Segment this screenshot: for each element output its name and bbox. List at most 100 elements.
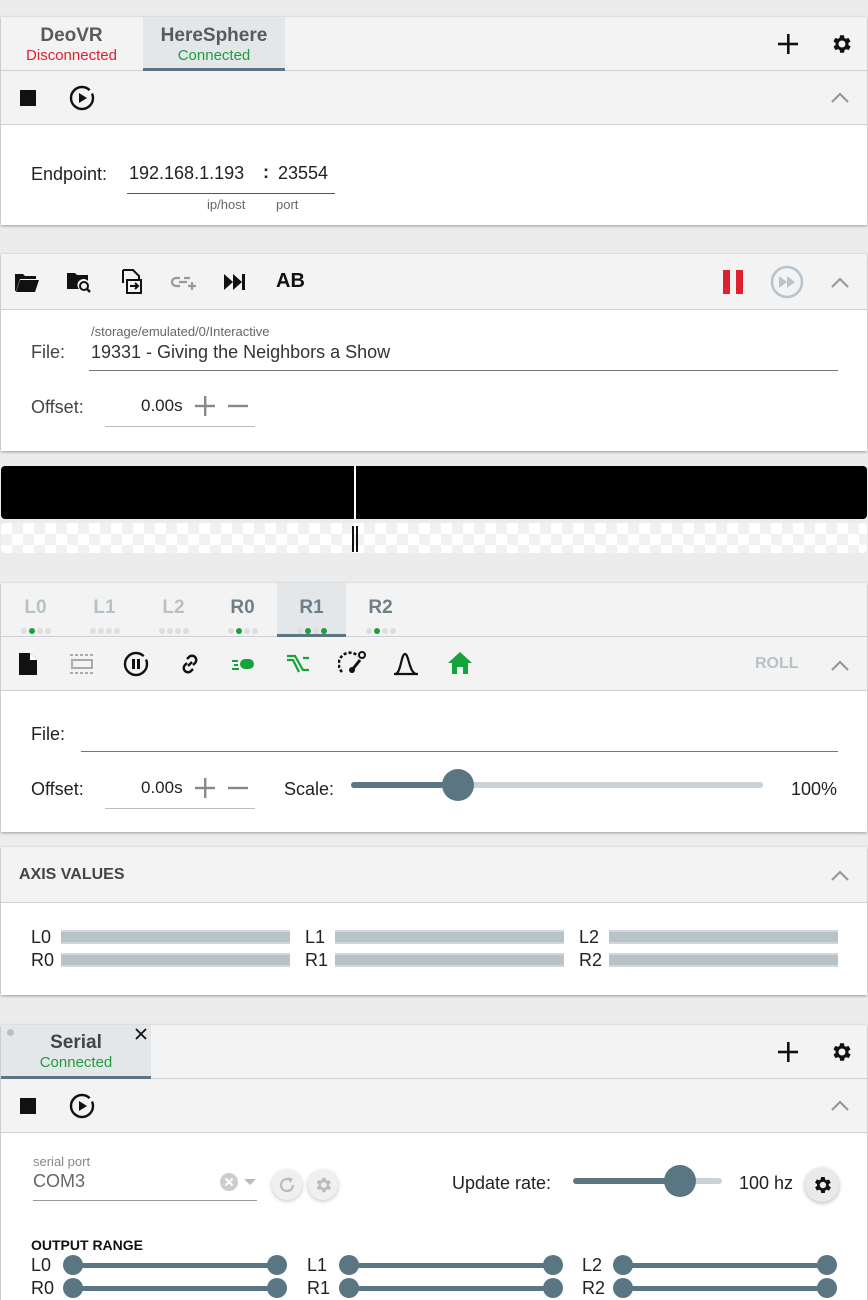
serial-stop-button[interactable] xyxy=(17,1095,39,1117)
axis-value-bar-l0 xyxy=(61,930,290,944)
media-offset-increase-button[interactable] xyxy=(193,394,217,418)
axis-value-label-r1: R1 xyxy=(305,950,329,970)
axis-tab-dot xyxy=(113,628,120,634)
output-range-track-r2 xyxy=(623,1286,827,1291)
media-toolbar: AB xyxy=(1,254,867,310)
media-offset-decrease-button[interactable] xyxy=(226,394,250,418)
auto-connect-button[interactable] xyxy=(67,83,97,113)
axis-smoothing-button[interactable] xyxy=(283,651,313,677)
axis-pause-button[interactable] xyxy=(121,649,151,679)
axis-curve-button[interactable] xyxy=(391,650,421,678)
output-range-min-knob-l1[interactable] xyxy=(339,1255,359,1275)
tab-deovr-status: Disconnected xyxy=(26,47,117,64)
axis-range-button[interactable] xyxy=(67,651,97,677)
update-rate-slider[interactable] xyxy=(573,1165,722,1197)
fast-forward-circle-icon xyxy=(770,265,804,299)
folder-open-icon xyxy=(15,274,39,292)
add-serial-device-button[interactable] xyxy=(775,1039,801,1065)
script-preview-strip[interactable] xyxy=(1,523,867,553)
ab-loop-button[interactable]: AB xyxy=(276,270,305,293)
open-file-button[interactable] xyxy=(13,268,41,296)
clear-port-button[interactable] xyxy=(219,1172,239,1192)
browse-folder-button[interactable] xyxy=(65,268,93,296)
axis-tab-dot xyxy=(97,628,104,634)
output-range-max-knob-r2[interactable] xyxy=(817,1278,837,1298)
axis-offset-decrease-button[interactable] xyxy=(226,776,250,800)
serial-auto-connect-button[interactable] xyxy=(67,1091,97,1121)
axis-offset-increase-button[interactable] xyxy=(193,776,217,800)
output-range-max-knob-l2[interactable] xyxy=(817,1255,837,1275)
axis-tab-r2[interactable]: R2 xyxy=(346,583,415,637)
output-range-min-knob-l2[interactable] xyxy=(613,1255,633,1275)
stop-button[interactable] xyxy=(17,87,39,109)
axis-value-bar-l1 xyxy=(335,930,564,944)
endpoint-underline xyxy=(127,193,335,194)
output-range-min-knob-r2[interactable] xyxy=(613,1278,633,1298)
axis-tab-l2[interactable]: L2 xyxy=(139,583,208,637)
axis-motion-button[interactable] xyxy=(229,651,259,677)
output-range-max-knob-r0[interactable] xyxy=(267,1278,287,1298)
skip-next-button[interactable] xyxy=(221,268,249,296)
close-serial-tab-button[interactable] xyxy=(133,1026,149,1042)
axis-tab-l1[interactable]: L1 xyxy=(70,583,139,637)
axis-open-file-button[interactable] xyxy=(15,651,41,677)
axis-tab-dot xyxy=(227,628,234,634)
collapse-serial-button[interactable] xyxy=(829,1095,851,1117)
output-range-max-knob-l0[interactable] xyxy=(267,1255,287,1275)
chevron-up-icon xyxy=(831,660,849,671)
collapse-axis-values-button[interactable] xyxy=(829,865,851,887)
endpoint-port-input[interactable]: 23554 xyxy=(278,163,328,184)
tab-heresphere[interactable]: HereSphere Connected xyxy=(143,17,285,71)
endpoint-host-input[interactable]: 192.168.1.193 xyxy=(129,163,244,184)
axis-tab-dot xyxy=(20,628,27,634)
speedometer-icon xyxy=(338,651,366,673)
device-settings-button[interactable] xyxy=(827,30,855,58)
output-range-label-r1: R1 xyxy=(307,1278,331,1298)
axis-value-label-l1: L1 xyxy=(305,927,326,947)
collapse-axis-button[interactable] xyxy=(829,655,851,677)
tab-deovr[interactable]: DeoVR Disconnected xyxy=(1,17,142,71)
axis-tab-dot xyxy=(44,628,51,634)
add-link-button[interactable] xyxy=(169,268,199,296)
output-range-min-knob-l0[interactable] xyxy=(63,1255,83,1275)
axis-scale-knob[interactable] xyxy=(442,769,475,801)
pause-timer-icon xyxy=(123,651,149,677)
media-file-input[interactable]: 19331 - Giving the Neighbors a Show xyxy=(91,342,390,363)
axis-link-button[interactable] xyxy=(176,650,204,678)
output-range-min-knob-r1[interactable] xyxy=(339,1278,359,1298)
drag-handle-icon[interactable] xyxy=(7,1029,14,1036)
axis-home-button[interactable] xyxy=(445,649,475,677)
output-range-min-knob-r0[interactable] xyxy=(63,1278,83,1298)
output-range-label-r2: R2 xyxy=(582,1278,606,1298)
tab-serial[interactable]: Serial Connected xyxy=(1,1025,151,1079)
axis-tab-l0[interactable]: L0 xyxy=(1,583,70,637)
add-device-button[interactable] xyxy=(775,31,801,57)
endpoint-port-hint: port xyxy=(276,197,299,212)
output-range-title: OUTPUT RANGE xyxy=(31,1237,143,1253)
port-dropdown-button[interactable] xyxy=(243,1175,257,1189)
script-heatmap[interactable] xyxy=(1,466,867,519)
axis-speed-button[interactable] xyxy=(337,649,367,679)
serial-port-underline xyxy=(33,1200,257,1201)
clear-circle-icon xyxy=(220,1173,238,1191)
collapse-device-button[interactable] xyxy=(829,87,851,109)
update-rate-knob[interactable] xyxy=(664,1165,697,1197)
output-range-max-knob-l1[interactable] xyxy=(543,1255,563,1275)
swap-file-button[interactable] xyxy=(117,268,145,296)
serial-port-select[interactable]: COM3 xyxy=(33,1171,85,1192)
axis-tab-r0[interactable]: R0 xyxy=(208,583,277,637)
collapse-media-button[interactable] xyxy=(829,272,851,294)
port-settings-button[interactable] xyxy=(308,1170,338,1200)
fast-forward-button[interactable] xyxy=(769,264,805,300)
serial-settings-button[interactable] xyxy=(827,1038,855,1066)
axis-card: L0 L1 L2 R0 R1 R2 ROLL File: Offset: 0.0… xyxy=(1,583,867,832)
axis-file-input[interactable] xyxy=(83,724,833,746)
serial-port-hint: serial port xyxy=(33,1154,91,1169)
output-range-max-knob-r1[interactable] xyxy=(543,1278,563,1298)
axis-scale-slider[interactable] xyxy=(351,769,763,801)
axis-tab-r1[interactable]: R1 xyxy=(277,583,346,637)
play-timer-icon xyxy=(69,1093,95,1119)
refresh-ports-button[interactable] xyxy=(272,1170,302,1200)
pause-button[interactable] xyxy=(719,268,747,296)
update-rate-settings-button[interactable] xyxy=(805,1168,839,1202)
